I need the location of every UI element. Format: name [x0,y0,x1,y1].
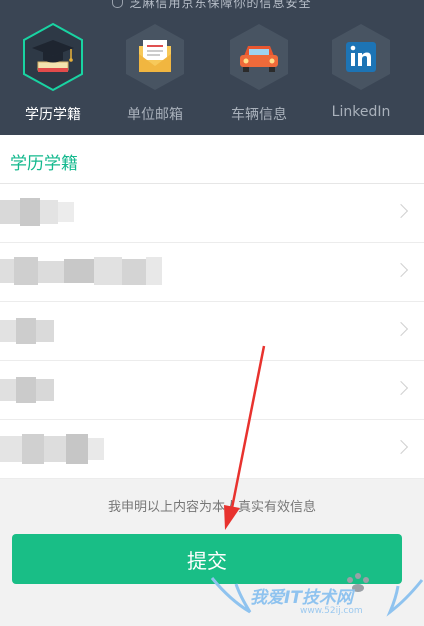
watermark-text: 我爱IT技术网 [250,588,353,608]
annotation-arrow [224,345,266,530]
watermark-url: www.52ij.com [300,606,363,616]
